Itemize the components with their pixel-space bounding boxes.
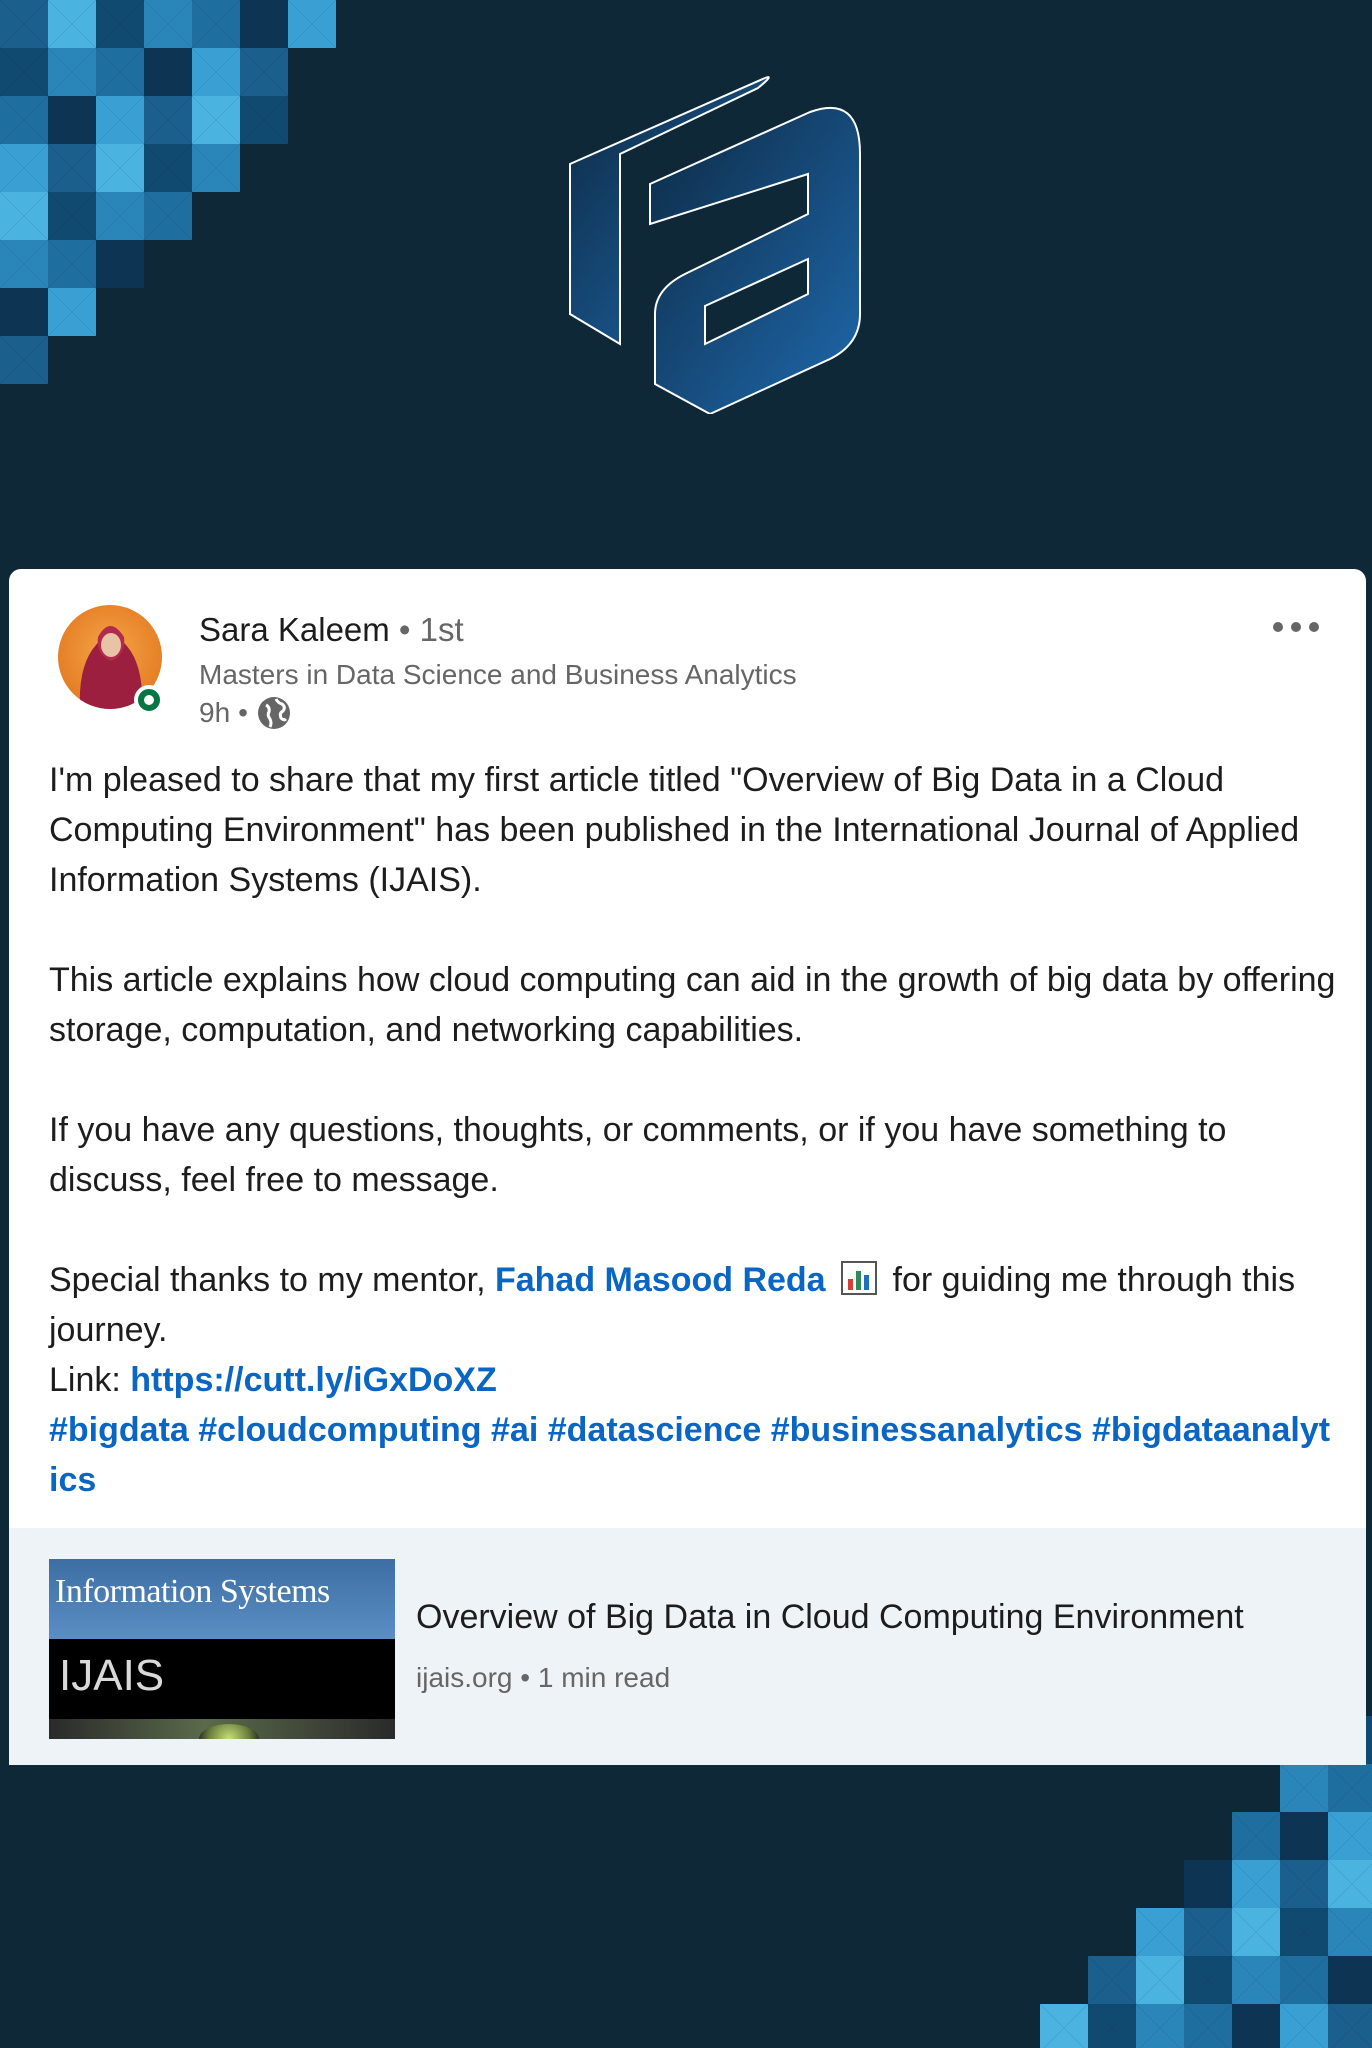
thanks-prefix: Special thanks to my mentor, — [49, 1261, 495, 1299]
fa-logo-icon — [569, 76, 861, 414]
online-status-indicator — [138, 689, 160, 711]
connection-degree: 1st — [419, 611, 464, 648]
article-title-link[interactable]: Overview of Big Data in Cloud Computing … — [416, 1598, 1244, 1637]
post-paragraph: I'm pleased to share that my first artic… — [49, 761, 1300, 899]
separator-dot: • — [389, 611, 420, 648]
post-text: I'm pleased to share that my first artic… — [49, 755, 1339, 1505]
post-link-line: Link: https://cutt.ly/iGxDoXZ — [49, 1355, 1339, 1405]
bar-chart-emoji-icon — [841, 1261, 878, 1295]
article-source: ijais.org — [416, 1662, 513, 1693]
author-line: Sara Kaleem • 1st — [199, 611, 464, 649]
post-paragraph: If you have any questions, thoughts, or … — [49, 1111, 1227, 1199]
thumbnail-code: IJAIS — [59, 1651, 165, 1700]
post-paragraph: This article explains how cloud computin… — [49, 961, 1336, 1049]
time-separator: • — [238, 697, 248, 728]
post-paragraph-thanks: Special thanks to my mentor, Fahad Masoo… — [49, 1255, 1339, 1355]
author-headline: Masters in Data Science and Business Ana… — [199, 659, 797, 690]
decorative-pattern-top-left — [0, 0, 336, 384]
article-meta: ijais.org • 1 min read — [416, 1662, 670, 1694]
thumbnail-title: Information Systems — [55, 1573, 330, 1610]
post-card: Sara Kaleem • 1st Masters in Data Scienc… — [9, 569, 1366, 1765]
article-preview-card[interactable]: Information Systems IJAIS Overview of Bi… — [9, 1528, 1366, 1765]
post-header: Sara Kaleem • 1st Masters in Data Scienc… — [58, 605, 1326, 735]
more-options-button[interactable] — [1266, 609, 1326, 645]
author-name[interactable]: Sara Kaleem — [199, 611, 390, 648]
post-time: 9h — [199, 697, 231, 728]
article-thumbnail[interactable]: Information Systems IJAIS — [49, 1559, 395, 1739]
article-separator: • — [512, 1662, 538, 1693]
globe-icon — [257, 697, 290, 729]
post-meta: 9h • — [199, 695, 292, 731]
hashtags-link[interactable]: #bigdata #cloudcomputing #ai #datascienc… — [49, 1405, 1339, 1505]
link-label: Link: — [49, 1361, 131, 1399]
mentor-mention-link[interactable]: Fahad Masood Reda — [495, 1261, 826, 1299]
post-url-link[interactable]: https://cutt.ly/iGxDoXZ — [130, 1361, 496, 1399]
article-read-time: 1 min read — [537, 1662, 671, 1693]
